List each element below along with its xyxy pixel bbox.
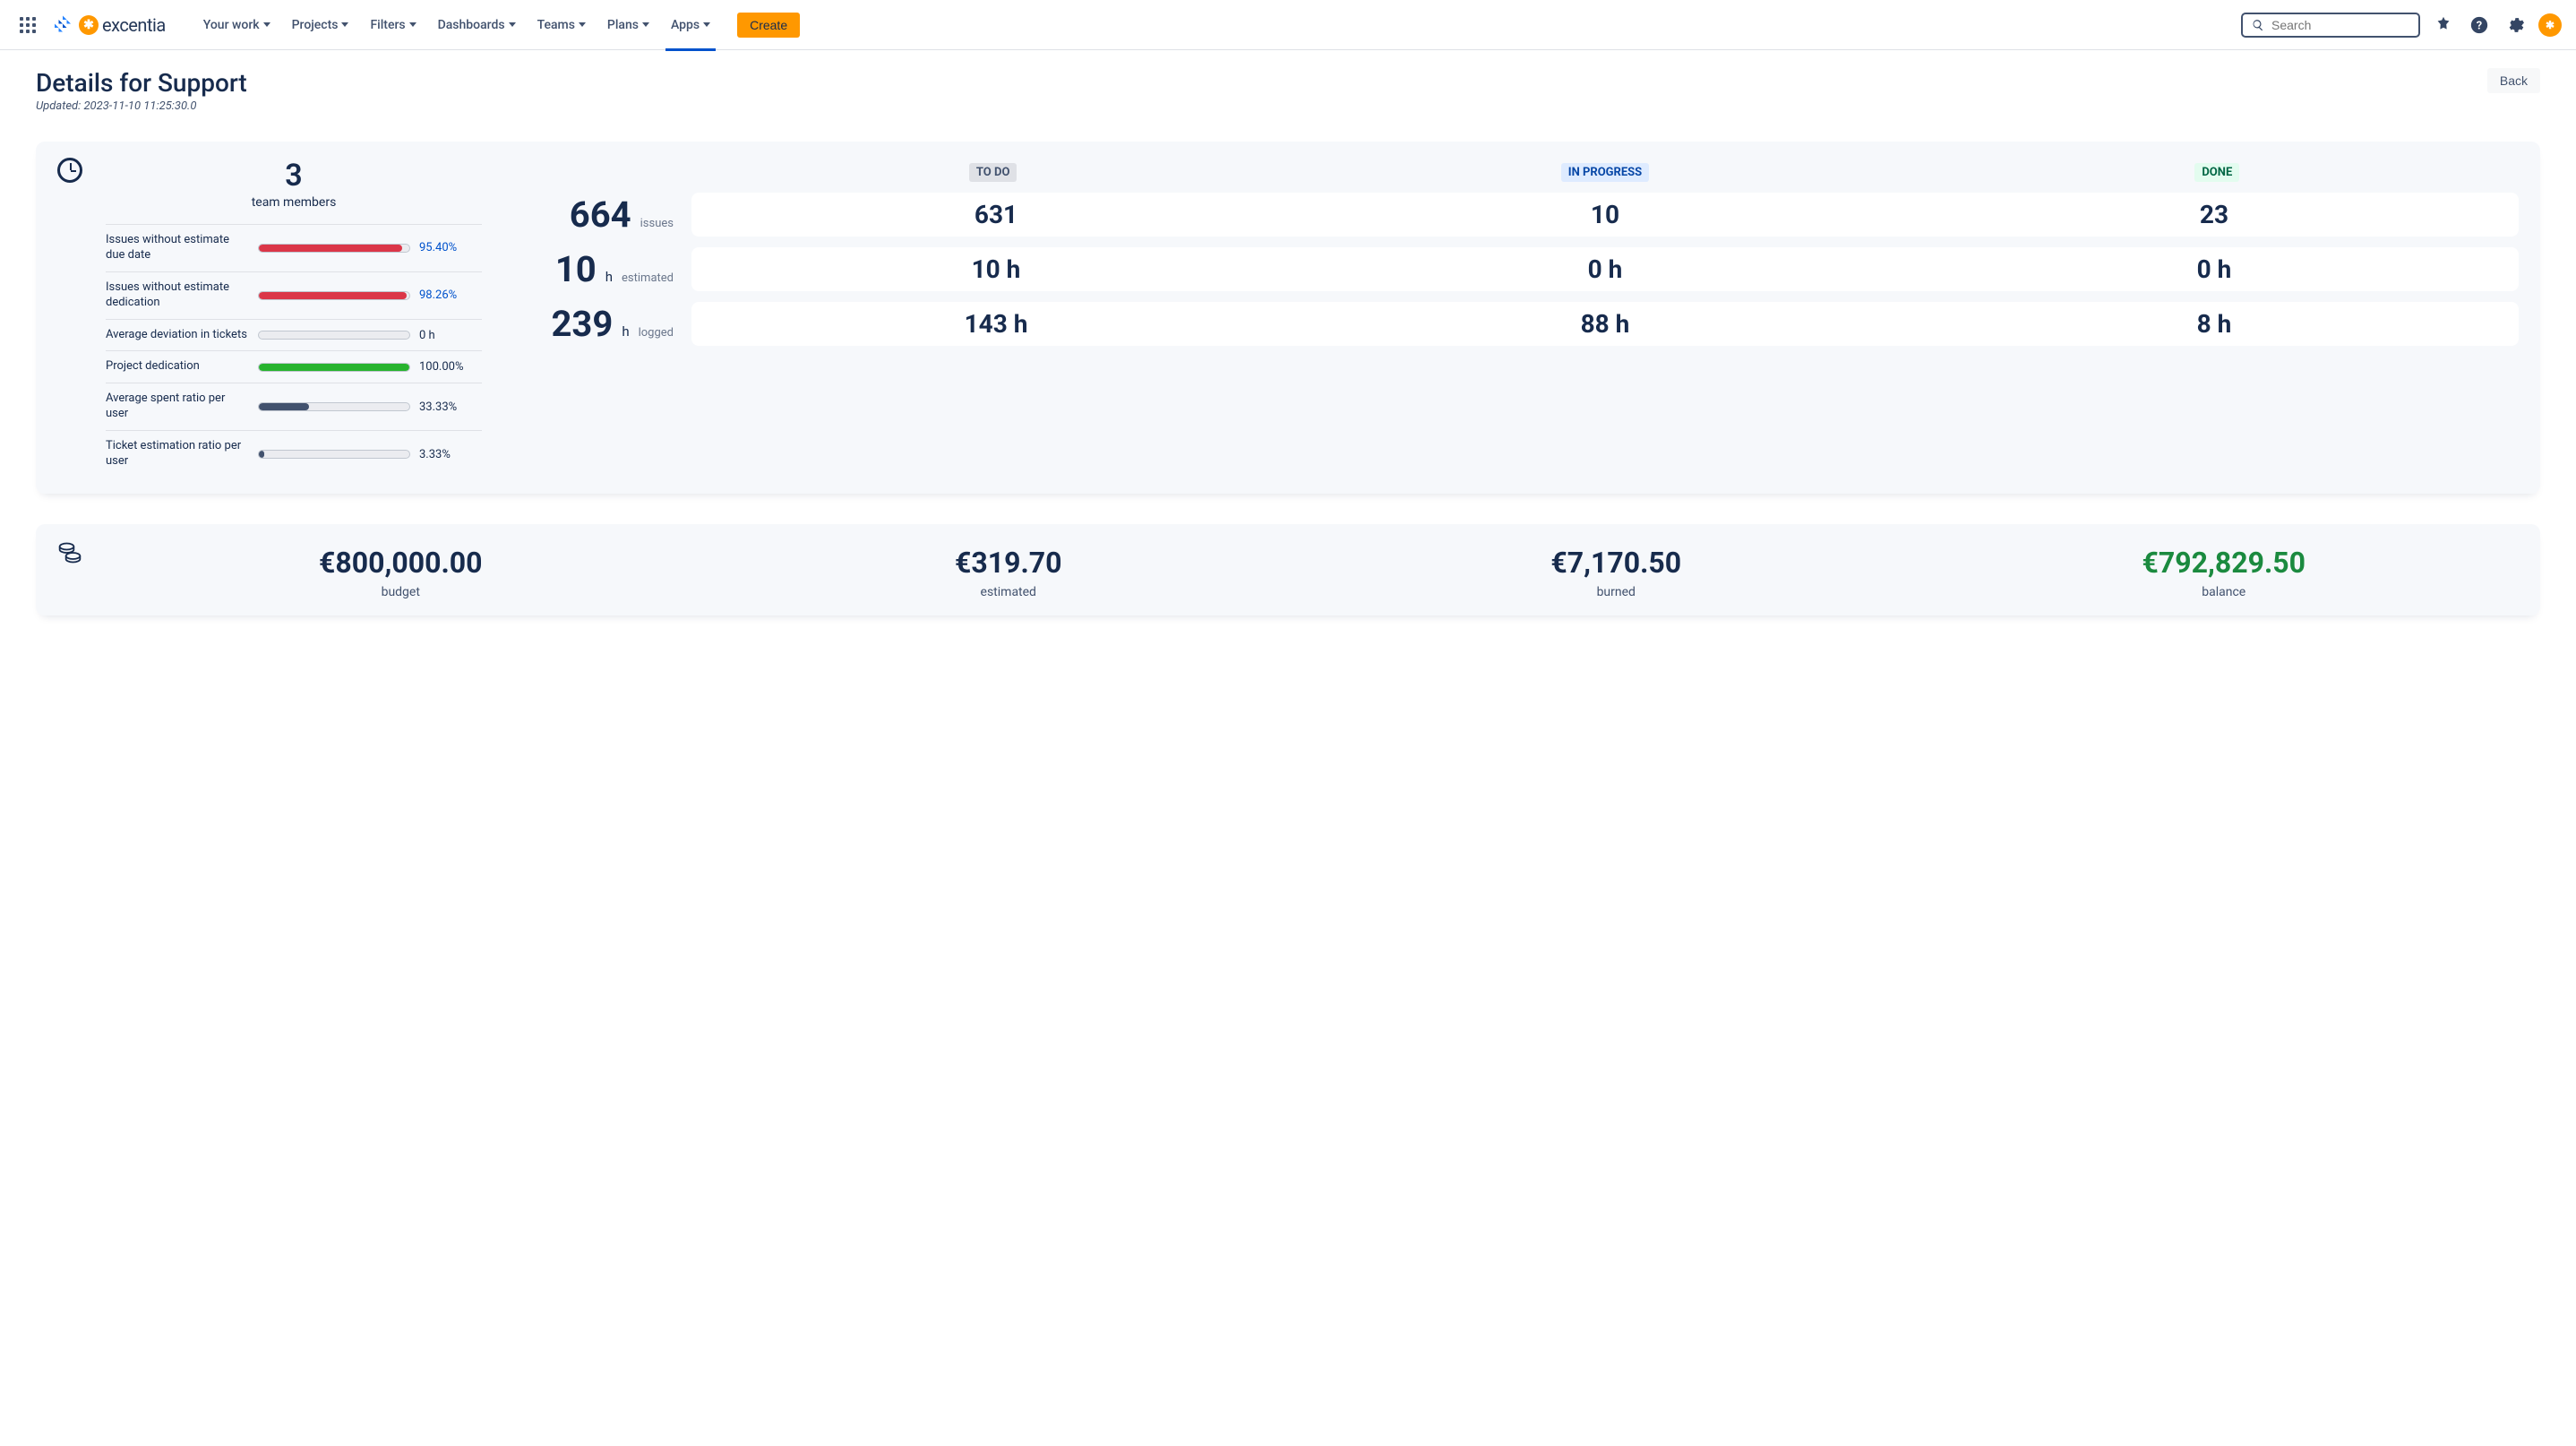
nav-item-projects[interactable]: Projects <box>283 13 358 38</box>
issues-progress: 10 <box>1301 200 1910 229</box>
stats-panel: 3 team members Issues without estimate d… <box>36 142 2540 494</box>
summary-issues-total: 664 <box>570 194 631 236</box>
nav-item-teams[interactable]: Teams <box>528 13 595 38</box>
chevron-down-icon <box>703 22 710 27</box>
coins-icon <box>57 540 82 565</box>
summary-logged-total: 239 <box>551 303 613 345</box>
team-label: team members <box>106 195 482 210</box>
nav-item-plans[interactable]: Plans <box>598 13 658 38</box>
summary-estimated-label: estimated <box>622 271 674 285</box>
metric-value[interactable]: 98.26% <box>419 288 482 302</box>
metric-bar <box>258 450 410 459</box>
metric-bar <box>258 244 410 253</box>
svg-text:?: ? <box>2477 19 2482 32</box>
logged-done: 8 h <box>1910 309 2519 339</box>
nav-item-apps[interactable]: Apps <box>662 13 719 38</box>
metric-label: Issues without estimate dedication <box>106 280 249 311</box>
create-button[interactable]: Create <box>737 13 800 38</box>
metric-row: Project dedication 100.00% <box>106 350 482 383</box>
estimated-done: 0 h <box>1910 254 2519 284</box>
page-header: Details for Support Updated: 2023-11-10 … <box>36 68 2540 113</box>
nav-items: Your workProjectsFiltersDashboardsTeamsP… <box>194 13 719 38</box>
chevron-down-icon <box>579 22 586 27</box>
clock-icon <box>57 158 82 183</box>
metric-label: Average deviation in tickets <box>106 328 249 343</box>
summary-estimated-row: 10 h estimated 10 h 0 h 0 h <box>503 247 2519 291</box>
metric-bar <box>258 291 410 300</box>
help-icon[interactable]: ? <box>2467 13 2492 38</box>
metric-bar <box>258 402 410 411</box>
logged-progress: 88 h <box>1301 309 1910 339</box>
estimated-todo: 10 h <box>691 254 1301 284</box>
issues-todo: 631 <box>691 200 1301 229</box>
metric-bar <box>258 331 410 340</box>
chevron-down-icon <box>341 22 348 27</box>
logo-text: excentia <box>102 14 166 36</box>
jira-icon <box>52 14 73 36</box>
metric-row: Ticket estimation ratio per user 3.33% <box>106 430 482 478</box>
nav-item-filters[interactable]: Filters <box>361 13 425 38</box>
metric-list: Issues without estimate due date95.40%Is… <box>106 224 482 478</box>
metric-value: 33.33% <box>419 400 482 414</box>
settings-icon[interactable] <box>2503 13 2528 38</box>
metric-label: Average spent ratio per user <box>106 392 249 422</box>
summary-logged-unit: h <box>622 323 629 340</box>
metric-label: Project dedication <box>106 359 249 374</box>
budget-panel: €800,000.00 budget €319.70 estimated €7,… <box>36 524 2540 615</box>
nav-item-your-work[interactable]: Your work <box>194 13 279 38</box>
search-box[interactable] <box>2241 13 2420 38</box>
nav-item-dashboards[interactable]: Dashboards <box>429 13 525 38</box>
search-input[interactable] <box>2271 18 2409 32</box>
summary-estimated-unit: h <box>605 269 613 285</box>
search-icon <box>2252 18 2264 32</box>
page-updated: Updated: 2023-11-10 11:25:30.0 <box>36 99 247 113</box>
summary-logged-label: logged <box>639 326 674 340</box>
metric-label: Ticket estimation ratio per user <box>106 439 249 469</box>
back-button[interactable]: Back <box>2487 68 2540 93</box>
summary-issues-label: issues <box>640 217 674 230</box>
chevron-down-icon <box>263 22 270 27</box>
app-switcher-icon[interactable] <box>14 12 41 39</box>
budget-balance: €792,829.50 balance <box>1929 546 2520 599</box>
budget-budget: €800,000.00 budget <box>106 546 696 599</box>
issues-done: 23 <box>1910 200 2519 229</box>
summary-issues-row: 664 issues 631 10 23 <box>503 193 2519 237</box>
metric-row: Issues without estimate due date 95.40% <box>106 224 482 271</box>
metric-bar <box>258 363 410 372</box>
metric-value: 100.00% <box>419 360 482 374</box>
summary-estimated-total: 10 <box>555 248 597 290</box>
metric-row: Average spent ratio per user 33.33% <box>106 383 482 430</box>
excentia-icon: ✱ <box>79 15 99 35</box>
metric-row: Average deviation in tickets 0 h <box>106 319 482 351</box>
metric-value[interactable]: 95.40% <box>419 241 482 254</box>
team-count: 3 <box>106 158 482 194</box>
estimated-progress: 0 h <box>1301 254 1910 284</box>
status-progress-header: IN PROGRESS <box>1561 163 1649 182</box>
top-nav: ✱ excentia Your workProjectsFiltersDashb… <box>0 0 2576 50</box>
product-logo[interactable]: ✱ excentia <box>52 14 166 36</box>
chevron-down-icon <box>642 22 649 27</box>
notifications-icon[interactable] <box>2431 13 2456 38</box>
chevron-down-icon <box>509 22 516 27</box>
logged-todo: 143 h <box>691 309 1301 339</box>
chevron-down-icon <box>409 22 416 27</box>
budget-burned: €7,170.50 burned <box>1321 546 1911 599</box>
page-title: Details for Support <box>36 68 247 98</box>
status-todo-header: TO DO <box>969 163 1017 182</box>
metric-row: Issues without estimate dedication 98.26% <box>106 271 482 319</box>
metric-value: 3.33% <box>419 448 482 461</box>
user-avatar[interactable]: ✱ <box>2538 13 2562 37</box>
status-done-header: DONE <box>2194 163 2239 182</box>
budget-estimated: €319.70 estimated <box>714 546 1304 599</box>
metric-value: 0 h <box>419 329 482 342</box>
summary-logged-row: 239 h logged 143 h 88 h 8 h <box>503 302 2519 346</box>
metric-label: Issues without estimate due date <box>106 233 249 263</box>
